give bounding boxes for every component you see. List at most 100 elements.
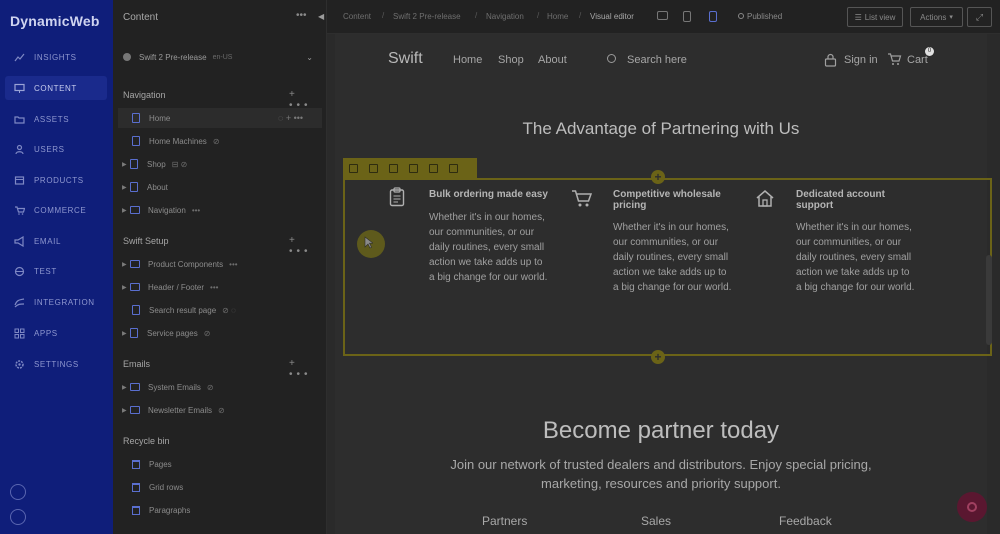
site-logo[interactable]: Swift (388, 50, 423, 68)
hidden-icon: ⊘ (218, 405, 225, 415)
breadcrumb-item[interactable]: Content (343, 12, 371, 21)
tree-node-system-emails[interactable]: ▶ System Emails ⊘ (122, 377, 214, 397)
mobile-view-icon[interactable] (709, 11, 717, 22)
tree-node-service-pages[interactable]: ▶ Service pages ⊘ (122, 323, 210, 343)
user-icon (15, 144, 24, 154)
tree-node-about[interactable]: ▶ About (122, 177, 168, 197)
breadcrumb-item[interactable]: Navigation (486, 12, 524, 21)
site-nav-about[interactable]: About (538, 54, 567, 66)
node-actions[interactable]: ◌ + ••• (278, 113, 303, 123)
help-icon[interactable] (10, 484, 26, 500)
status-label: Published (747, 12, 783, 21)
tree-node-label: Home (149, 113, 171, 123)
clipboard-icon (389, 187, 405, 207)
section-tools[interactable]: + ••• (289, 358, 326, 380)
rail-item-email[interactable]: EMAIL (5, 229, 107, 253)
hidden-icon: ⊘ (212, 136, 220, 146)
tree-node-bin-pages[interactable]: Pages (132, 454, 172, 474)
edit-icon[interactable] (369, 163, 378, 173)
list-view-label: List view (864, 12, 896, 22)
tree-node-home-machines[interactable]: Home Machines ⊘ (132, 131, 220, 151)
cart-link[interactable]: Cart (907, 54, 928, 66)
tree-node-label: Header / Footer (148, 282, 205, 292)
tree-node-newsletter-emails[interactable]: ▶ Newsletter Emails ⊘ (122, 400, 225, 420)
tablet-view-icon[interactable] (683, 11, 691, 22)
rail-item-content[interactable]: CONTENT (5, 76, 107, 100)
copy-icon[interactable] (409, 163, 418, 173)
tree-node-label: About (147, 182, 168, 192)
cart-icon (15, 205, 25, 215)
rail-item-users[interactable]: USERS (5, 137, 107, 161)
rail-item-apps[interactable]: APPS (5, 321, 107, 345)
mail-icon (130, 383, 140, 391)
tree-node-bin-paragraphs[interactable]: Paragraphs (132, 500, 190, 520)
tree-node-label: Service pages (147, 328, 198, 338)
add-row-above-button[interactable]: + (651, 170, 665, 184)
rail-item-insights[interactable]: INSIGHTS (5, 45, 107, 69)
feature-title-line: Competitive wholesale (613, 189, 721, 200)
move-icon[interactable] (349, 163, 358, 173)
desktop-view-icon[interactable] (657, 11, 668, 20)
site-nav-shop[interactable]: Shop (498, 54, 524, 66)
user-menu-icon[interactable] (10, 509, 26, 525)
rail-item-integration[interactable]: INTEGRATION (5, 290, 107, 314)
list-view-button[interactable]: ☰ List view (847, 7, 903, 27)
search-input[interactable]: Search here (627, 54, 687, 66)
breadcrumb-item[interactable]: Swift 2 Pre-release (393, 12, 461, 21)
settings-icon[interactable] (389, 163, 398, 173)
tree-node-product-components[interactable]: ▶ Product Components ••• (122, 254, 238, 274)
column-heading-partners: Partners (482, 514, 528, 528)
more-icon[interactable]: ••• (296, 10, 307, 21)
column-heading-sales: Sales (641, 514, 672, 528)
feature-title: Competitive wholesale pricing (613, 189, 721, 211)
chevron-down-icon: ▾ (949, 14, 953, 21)
add-row-below-button[interactable]: + (651, 350, 665, 364)
actions-button[interactable]: Actions ▾ (910, 7, 963, 27)
section-tools[interactable]: + ••• (289, 235, 326, 257)
assistant-button[interactable] (957, 492, 987, 522)
tree-node-label: Navigation (148, 205, 186, 215)
tree-node-shop[interactable]: ▶ Shop ⊟ ⊘ (122, 154, 187, 174)
tree-node-header-footer[interactable]: ▶ Header / Footer ••• (122, 277, 218, 297)
expand-icon[interactable]: ▶ (122, 407, 130, 414)
page-icon (130, 328, 138, 338)
lock-icon[interactable] (449, 163, 458, 173)
tree-node-label: Grid rows (149, 482, 184, 492)
tree-node-label: Search result page (149, 305, 217, 315)
expand-icon[interactable]: ▶ (122, 184, 130, 191)
tree-node-bin-grid-rows[interactable]: Grid rows (132, 477, 183, 497)
tree-node-search-result-page[interactable]: Search result page ⊘ ◌ (132, 300, 236, 320)
breadcrumb-item[interactable]: Home (547, 12, 568, 21)
section-navigation: Navigation (123, 90, 166, 100)
site-nav-home[interactable]: Home (453, 54, 482, 66)
expand-icon[interactable]: ▶ (122, 261, 130, 268)
tree-node-home[interactable]: Home ◌ + ••• (118, 108, 322, 128)
canvas-scrollbar[interactable] (986, 255, 992, 345)
expand-icon[interactable]: ▶ (122, 284, 130, 291)
fullscreen-button[interactable]: ⤢ (967, 7, 992, 27)
tree-node-navigation[interactable]: ▶ Navigation ••• (122, 200, 200, 220)
expand-icon[interactable]: ▶ (122, 207, 130, 214)
rail-item-test[interactable]: TEST (5, 259, 107, 283)
collapse-panel-icon[interactable]: ◀ (318, 12, 324, 21)
expand-icon[interactable]: ▶ (122, 161, 130, 168)
rail-item-products[interactable]: PRODUCTS (5, 168, 107, 192)
status-icon (738, 13, 744, 19)
lock-icon (824, 53, 837, 67)
expand-icon: ⤢ (975, 11, 984, 22)
more-icon: ••• (191, 205, 201, 215)
sign-in-link[interactable]: Sign in (844, 54, 878, 66)
expand-icon[interactable]: ▶ (122, 330, 130, 337)
rail-item-assets[interactable]: ASSETS (5, 107, 107, 131)
delete-icon[interactable] (429, 163, 438, 173)
feature-body: Whether it's in our homes, our communiti… (429, 210, 547, 285)
expand-icon[interactable]: ▶ (122, 384, 130, 391)
block-toolbar[interactable] (343, 158, 477, 178)
visual-editor-canvas[interactable]: Swift Home Shop About Search here Sign i… (327, 34, 1000, 534)
feature-body-line: daily routines, every small (796, 252, 912, 263)
site-selector[interactable]: Swift 2 Pre-release en-US ⌄ (123, 47, 319, 67)
feature-title: Dedicated account support (796, 189, 885, 211)
mail-icon (130, 406, 140, 414)
rail-item-settings[interactable]: SETTINGS (5, 352, 107, 376)
rail-item-commerce[interactable]: COMMERCE (5, 198, 107, 222)
